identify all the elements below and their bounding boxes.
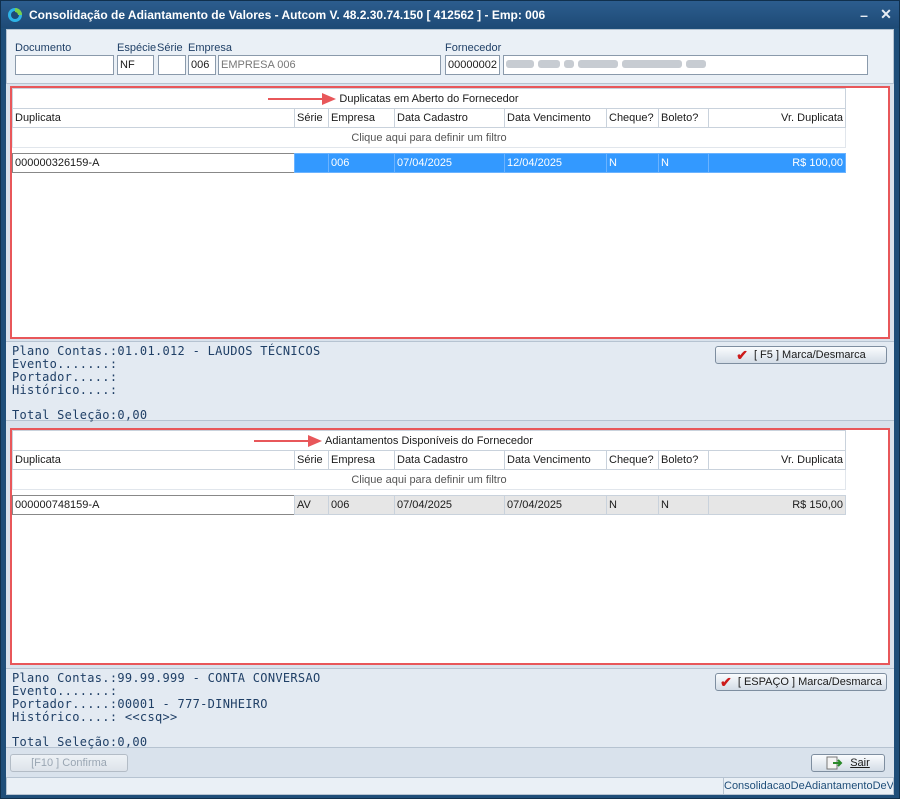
duplicatas-panel: Duplicatas em Aberto do Fornecedor Dupli… xyxy=(10,86,890,339)
sair-button-label: Sair xyxy=(850,757,870,769)
cell-data-vencimento: 07/04/2025 xyxy=(504,495,606,515)
arrow-right-icon xyxy=(268,93,336,105)
close-button[interactable]: ✕ xyxy=(877,6,895,23)
fornecedor-name-field xyxy=(503,55,868,75)
col-serie[interactable]: Série xyxy=(294,108,328,128)
fornecedor-label: Fornecedor xyxy=(445,42,502,54)
serie-label: Série xyxy=(157,42,183,54)
app-logo-icon xyxy=(8,7,22,22)
adiantamentos-grid-title: Adiantamentos Disponíveis do Fornecedor xyxy=(12,430,846,450)
cell-cheque: N xyxy=(606,495,658,515)
cell-boleto: N xyxy=(658,495,708,515)
col-duplicata[interactable]: Duplicata xyxy=(12,450,294,470)
col-data-vencimento[interactable]: Data Vencimento xyxy=(504,450,606,470)
serie-field[interactable] xyxy=(158,55,186,75)
cell-boleto: N xyxy=(658,153,708,173)
documento-label: Documento xyxy=(15,42,72,54)
checkmark-icon: ✔ xyxy=(720,673,732,690)
info-section-1: Plano Contas.:01.01.012 - LAUDOS TÉCNICO… xyxy=(6,341,894,422)
sair-button[interactable]: Sair xyxy=(811,754,885,772)
checkmark-icon: ✔ xyxy=(736,346,748,363)
table-row[interactable]: 000000326159-A 006 07/04/2025 12/04/2025… xyxy=(12,153,846,173)
cell-empresa: 006 xyxy=(328,495,394,515)
f5-button-label: [ F5 ] Marca/Desmarca xyxy=(753,349,866,361)
cell-vr-duplicata: R$ 150,00 xyxy=(708,495,846,515)
col-data-cadastro[interactable]: Data Cadastro xyxy=(394,108,504,128)
cell-data-vencimento: 12/04/2025 xyxy=(504,153,606,173)
footer-bar: [F10 ] Confirma Sair xyxy=(6,749,894,777)
cell-serie: AV xyxy=(294,495,328,515)
col-empresa[interactable]: Empresa xyxy=(328,450,394,470)
grid-header: Duplicata Série Empresa Data Cadastro Da… xyxy=(12,450,846,470)
cell-serie xyxy=(294,153,328,173)
duplicatas-grid-title: Duplicatas em Aberto do Fornecedor xyxy=(12,88,846,108)
total-selecao-2: Total Seleção:0,00 xyxy=(12,735,148,749)
cell-vr-duplicata: R$ 100,00 xyxy=(708,153,846,173)
col-empresa[interactable]: Empresa xyxy=(328,108,394,128)
cell-empresa: 006 xyxy=(328,153,394,173)
historico-1: Histórico....: xyxy=(12,383,118,397)
header-form: Documento Espécie NF Série Empresa 006 E… xyxy=(6,29,894,84)
exit-icon xyxy=(826,756,843,770)
filter-row[interactable]: Clique aqui para definir um filtro xyxy=(12,470,846,490)
col-cheque[interactable]: Cheque? xyxy=(606,450,658,470)
grid-header: Duplicata Série Empresa Data Cadastro Da… xyxy=(12,108,846,128)
duplicatas-grid: Duplicatas em Aberto do Fornecedor Dupli… xyxy=(12,88,846,173)
col-cheque[interactable]: Cheque? xyxy=(606,108,658,128)
empresa-name-field: EMPRESA 006 xyxy=(218,55,441,75)
espaco-marca-desmarca-button[interactable]: ✔ [ ESPAÇO ] Marca/Desmarca xyxy=(715,673,887,691)
documento-field[interactable] xyxy=(15,55,114,75)
cell-duplicata[interactable]: 000000748159-A xyxy=(12,495,294,515)
col-duplicata[interactable]: Duplicata xyxy=(12,108,294,128)
espaco-button-label: [ ESPAÇO ] Marca/Desmarca xyxy=(737,676,882,688)
col-boleto[interactable]: Boleto? xyxy=(658,450,708,470)
empresa-label: Empresa xyxy=(188,42,233,54)
confirma-button[interactable]: [F10 ] Confirma xyxy=(10,754,128,772)
empresa-code-field[interactable]: 006 xyxy=(188,55,216,75)
duplicatas-title-text: Duplicatas em Aberto do Fornecedor xyxy=(339,93,519,105)
col-serie[interactable]: Série xyxy=(294,450,328,470)
arrow-right-icon xyxy=(254,435,322,447)
adiantamentos-title-text: Adiantamentos Disponíveis do Fornecedor xyxy=(325,435,533,447)
col-data-cadastro[interactable]: Data Cadastro xyxy=(394,450,504,470)
adiantamentos-panel: Adiantamentos Disponíveis do Fornecedor … xyxy=(10,428,890,665)
fornecedor-code-field[interactable]: 00000002 xyxy=(445,55,500,75)
especie-label: Espécie xyxy=(117,42,157,54)
status-bar: ConsolidacaoDeAdiantamentoDeValo xyxy=(6,777,894,795)
col-vr-duplicata[interactable]: Vr. Duplicata xyxy=(708,108,846,128)
total-selecao-1: Total Seleção:0,00 xyxy=(12,408,148,422)
adiantamentos-grid: Adiantamentos Disponíveis do Fornecedor … xyxy=(12,430,846,515)
cell-cheque: N xyxy=(606,153,658,173)
minimize-button[interactable]: – xyxy=(855,7,873,23)
table-row[interactable]: 000000748159-A AV 006 07/04/2025 07/04/2… xyxy=(12,495,846,515)
f5-marca-desmarca-button[interactable]: ✔ [ F5 ] Marca/Desmarca xyxy=(715,346,887,364)
col-boleto[interactable]: Boleto? xyxy=(658,108,708,128)
status-form-name: ConsolidacaoDeAdiantamentoDeValo xyxy=(723,778,893,794)
title-bar: Consolidação de Adiantamento de Valores … xyxy=(1,1,899,28)
client-area: Documento Espécie NF Série Empresa 006 E… xyxy=(6,29,894,795)
cell-data-cadastro: 07/04/2025 xyxy=(394,153,504,173)
especie-field[interactable]: NF xyxy=(117,55,154,75)
cell-data-cadastro: 07/04/2025 xyxy=(394,495,504,515)
col-data-vencimento[interactable]: Data Vencimento xyxy=(504,108,606,128)
window-title: Consolidação de Adiantamento de Valores … xyxy=(29,7,546,22)
filter-row[interactable]: Clique aqui para definir um filtro xyxy=(12,128,846,148)
app-window: Consolidação de Adiantamento de Valores … xyxy=(0,0,900,799)
cell-duplicata[interactable]: 000000326159-A xyxy=(12,153,294,173)
col-vr-duplicata[interactable]: Vr. Duplicata xyxy=(708,450,846,470)
info-section-2: Plano Contas.:99.99.999 - CONTA CONVERSA… xyxy=(6,668,894,749)
historico-2: Histórico....: <<csq>> xyxy=(12,710,178,724)
